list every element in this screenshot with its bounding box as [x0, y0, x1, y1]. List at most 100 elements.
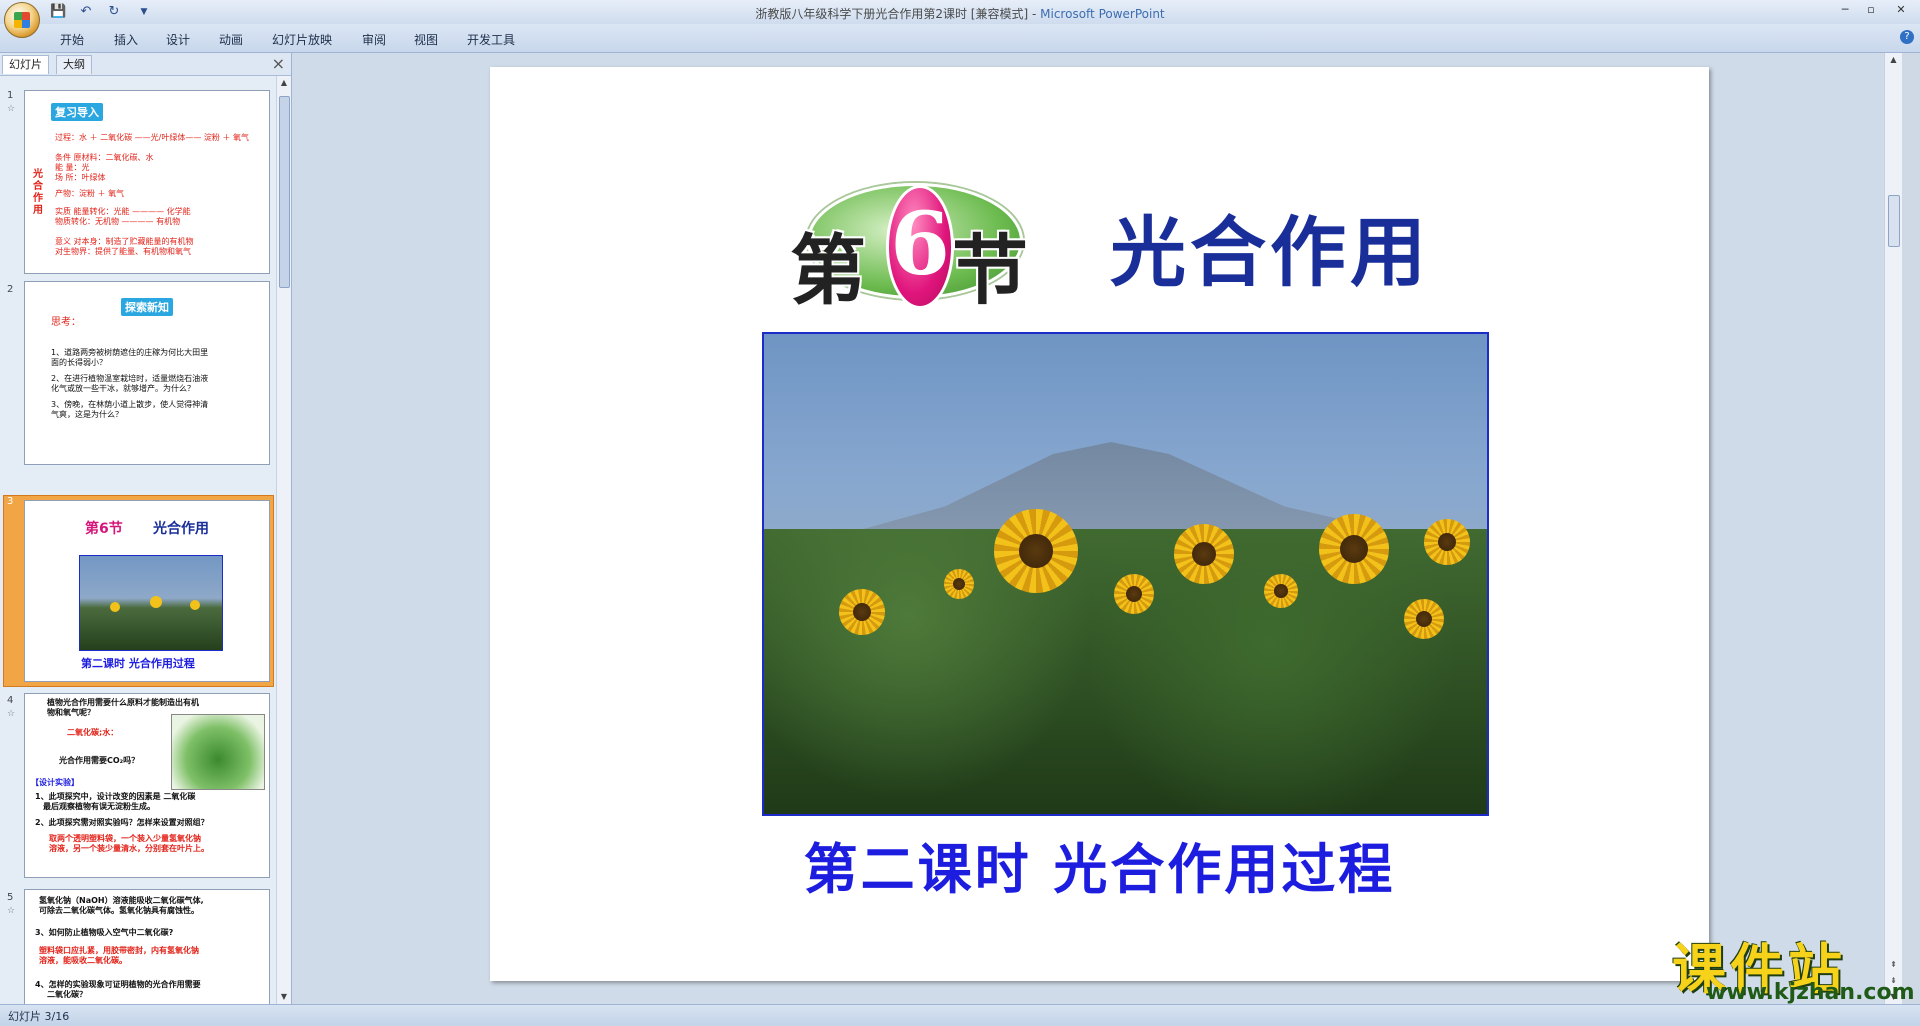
tab-review[interactable]: 审阅 [362, 31, 386, 48]
thumb-title: 光合作用 [153, 521, 209, 537]
sunflower-icon [1404, 599, 1444, 639]
thumb-line: 1、道路两旁被树荫遮住的庄稼为何比大田里 [51, 348, 209, 357]
close-panel-icon[interactable]: × [272, 55, 285, 73]
section-badge: 第 6 节 [782, 163, 1042, 315]
thumb-line: 3、傍晚，在林荫小道上散步，使人觉得神清 [51, 400, 209, 409]
thumb-line: 1、此项探究中，设计改变的因素是 二氧化碳 [35, 792, 196, 801]
thumbnail-list: 1 ☆ 复习导入 光合作用 过程：水 ＋ 二氧化碳 ——光/叶绿体—— 淀粉 ＋… [0, 76, 276, 1004]
thumb-line: 可除去二氧化碳气体。氢氧化钠具有腐蚀性。 [39, 906, 199, 915]
thumb-line: 3、如何防止植物吸入空气中二氧化碳? [35, 928, 174, 937]
thumb-number: 1 [7, 90, 14, 101]
thumb-line: 溶液，能吸收二氧化碳。 [39, 956, 127, 965]
office-button[interactable] [4, 2, 40, 38]
plant-image [171, 714, 265, 790]
tab-outline[interactable]: 大纲 [56, 55, 92, 74]
tab-insert[interactable]: 插入 [114, 31, 138, 48]
thumb-line: 光合作用需要CO₂吗？ [59, 756, 140, 765]
sunflower-icon [1114, 574, 1154, 614]
thumb-line: 溶液，另一个装少量清水，分别套在叶片上。 [49, 844, 209, 853]
sunflower-icon [1319, 514, 1389, 584]
panel-tabs: 幻灯片 大纲 × [0, 53, 291, 76]
thumb-line: 过程：水 ＋ 二氧化碳 ——光/叶绿体—— 淀粉 ＋ 氧气 [55, 133, 249, 142]
thumb-line: 2、在进行植物温室栽培时，适量燃烧石油液 [51, 374, 209, 383]
scroll-up-icon[interactable]: ▲ [1885, 53, 1902, 67]
status-bar: 幻灯片 3/16 [0, 1004, 1920, 1026]
tab-slides[interactable]: 幻灯片 [2, 55, 49, 74]
thumb-line: 【设计实验】 [31, 778, 79, 787]
thumb-line: 场 所：叶绿体 [55, 173, 106, 182]
thumb-number: 2 [7, 284, 14, 295]
thumb-badge: 第6节 [85, 521, 123, 537]
sunflower-icon [1424, 519, 1470, 565]
help-icon[interactable]: ? [1900, 30, 1914, 44]
animation-star-icon: ☆ [7, 709, 16, 719]
slide-thumb-3[interactable]: 第6节 光合作用 第二课时 光合作用过程 [24, 500, 270, 682]
app-name: Microsoft PowerPoint [1040, 7, 1165, 21]
slide-thumb-5[interactable]: 氢氧化钠（NaOH）溶液能吸收二氧化碳气体, 可除去二氧化碳气体。氢氧化钠具有腐… [24, 889, 270, 1004]
thumb-line: 二氧化碳？ [47, 990, 87, 999]
office-logo-icon [14, 12, 30, 28]
sunflower-icon [150, 596, 162, 608]
thumb-line: 取两个透明塑料袋，一个装入少量氢氧化钠 [49, 834, 201, 843]
tab-view[interactable]: 视图 [414, 31, 438, 48]
sunflower-icon [1174, 524, 1234, 584]
thumb-line: 4、怎样的实验现象可证明植物的光合作用需要 [35, 980, 201, 989]
title-bar: 💾 ↶ ↻ ▼ 浙教版八年级科学下册光合作用第2课时 [兼容模式] - Micr… [0, 0, 1920, 38]
slide-thumb-4[interactable]: 植物光合作用需要什么原料才能制造出有机 物和氧气呢？ 二氧化碳;水： 光合作用需… [24, 693, 270, 878]
tab-slideshow[interactable]: 幻灯片放映 [272, 31, 332, 48]
tab-design[interactable]: 设计 [166, 31, 190, 48]
badge-number: 6 [886, 185, 954, 309]
panel-scrollbar[interactable]: ▲ ▼ [276, 76, 291, 1004]
thumb-line: 二氧化碳;水： [67, 728, 119, 737]
slide-title[interactable]: 光合作用 [1110, 191, 1430, 301]
animation-star-icon: ☆ [7, 104, 16, 114]
slide-canvas[interactable]: 第 6 节 光合作用 第二课时 光合作用过程 [490, 67, 1709, 981]
thumb-line: 化气或放一些干冰，就够增产。为什么？ [51, 384, 195, 393]
tab-developer[interactable]: 开发工具 [467, 31, 515, 48]
watermark-url: www.kjzhan.com [1706, 980, 1915, 1005]
sunflower-icon [110, 602, 120, 612]
thumb-line: 物质转化：无机物 ———— 有机物 [55, 217, 181, 226]
tab-home[interactable]: 开始 [60, 31, 84, 48]
thumb-line: 气爽，这是为什么？ [51, 410, 123, 419]
thumb-title: 探索新知 [121, 298, 173, 316]
thumb-heading: 思考： [51, 317, 81, 328]
minimize-button[interactable]: ─ [1836, 3, 1854, 17]
sunflower-icon [839, 589, 885, 635]
maximize-button[interactable]: ▫ [1862, 3, 1880, 17]
thumb-line: 物和氧气呢？ [47, 708, 95, 717]
thumb-line: 实质 能量转化：光能 ———— 化学能 [55, 207, 191, 216]
thumb-line: 2、此项探究需对照实验吗？怎样来设置对照组？ [35, 818, 209, 827]
slide-subtitle[interactable]: 第二课时 光合作用过程 [490, 825, 1709, 904]
thumb-line: 植物光合作用需要什么原料才能制造出有机 [47, 698, 199, 707]
badge-right-char: 节 [952, 226, 1028, 315]
sunflower-icon [994, 509, 1078, 593]
thumb-line: 产物：淀粉 ＋ 氧气 [55, 189, 125, 198]
watermark: 课件站 www.kjzhan.com [1668, 925, 1915, 1005]
tab-animation[interactable]: 动画 [219, 31, 243, 48]
editor-scrollbar[interactable]: ▲ ⇞ ⇟ ▼ [1884, 53, 1902, 1004]
sunflower-icon [1264, 574, 1298, 608]
thumb-number: 4 [7, 695, 14, 706]
thumb-line: 能 量：光 [55, 163, 90, 172]
slide-thumb-1[interactable]: 复习导入 光合作用 过程：水 ＋ 二氧化碳 ——光/叶绿体—— 淀粉 ＋ 氧气 … [24, 90, 270, 274]
thumb-photo [79, 555, 223, 651]
thumb-line: 面的长得弱小？ [51, 358, 107, 367]
sunflower-icon [944, 569, 974, 599]
scroll-thumb[interactable] [279, 96, 290, 288]
thumb-line: 对生物界：提供了能量、有机物和氧气 [55, 247, 191, 256]
scroll-down-icon[interactable]: ▼ [277, 990, 291, 1004]
badge-left-char: 第 [790, 226, 866, 315]
slide-thumb-2[interactable]: 探索新知 思考： 1、道路两旁被树荫遮住的庄稼为何比大田里 面的长得弱小？ 2、… [24, 281, 270, 465]
scroll-thumb[interactable] [1888, 195, 1900, 247]
thumb-line: 氢氧化钠（NaOH）溶液能吸收二氧化碳气体, [39, 896, 204, 905]
window-title: 浙教版八年级科学下册光合作用第2课时 [兼容模式] - Microsoft Po… [0, 5, 1920, 22]
thumb-number: 3 [7, 496, 14, 507]
thumb-line: 最后观察植物有误无淀粉生成。 [43, 802, 155, 811]
scroll-up-icon[interactable]: ▲ [277, 76, 291, 90]
ribbon-tabs: 开始 插入 设计 动画 幻灯片放映 审阅 视图 开发工具 ? [0, 24, 1920, 53]
sunflower-photo[interactable] [762, 332, 1489, 816]
close-button[interactable]: ✕ [1892, 3, 1910, 17]
thumb-subtitle: 第二课时 光合作用过程 [81, 657, 195, 670]
thumb-title: 复习导入 [51, 103, 103, 121]
